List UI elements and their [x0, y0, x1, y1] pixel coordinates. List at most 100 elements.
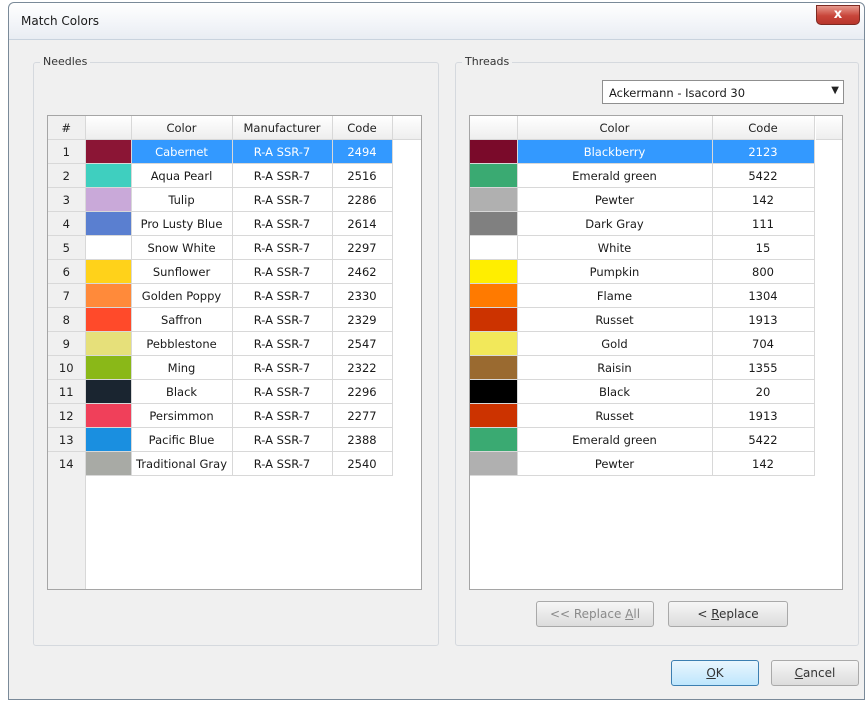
needle-row-number: 1 — [48, 139, 86, 164]
needle-manufacturer: R-A SSR-7 — [232, 163, 333, 188]
needles-group-label: Needles — [40, 55, 91, 68]
needles-grid[interactable]: # Color Manufacturer Code 1 Cabernet R-A S… — [47, 115, 422, 590]
needle-manufacturer: R-A SSR-7 — [232, 403, 333, 428]
thread-color-swatch — [470, 187, 518, 212]
replace-all-button[interactable]: << Replace All — [536, 601, 654, 627]
thread-color-name: Black — [517, 379, 713, 404]
thread-row[interactable]: Gold 704 — [470, 331, 815, 356]
threads-col-color[interactable]: Color — [517, 116, 713, 140]
cancel-mnemonic: C — [794, 666, 804, 680]
thread-code: 704 — [712, 331, 815, 356]
needle-color-swatch — [85, 259, 132, 284]
thread-color-name: Flame — [517, 283, 713, 308]
thread-code: 1913 — [712, 403, 815, 428]
needle-row[interactable]: 12 Persimmon R-A SSR-7 2277 — [48, 403, 393, 428]
thread-color-swatch — [470, 163, 518, 188]
close-icon: x — [833, 7, 843, 22]
thread-row[interactable]: Russet 1913 — [470, 307, 815, 332]
needle-color-swatch — [85, 403, 132, 428]
threads-grid[interactable]: Color Code Blackberry 2123 Emerald green 54… — [469, 115, 843, 590]
replace-all-label-prefix: << Replace — [549, 607, 626, 621]
thread-color-name: Pewter — [517, 451, 713, 476]
thread-row[interactable]: Emerald green 5422 — [470, 163, 815, 188]
thread-color-swatch — [470, 283, 518, 308]
thread-row[interactable]: Raisin 1355 — [470, 355, 815, 380]
needle-row[interactable]: 10 Ming R-A SSR-7 2322 — [48, 355, 393, 380]
thread-code: 142 — [712, 187, 815, 212]
needle-color-swatch — [85, 235, 132, 260]
thread-color-swatch — [470, 259, 518, 284]
needle-color-name: Pro Lusty Blue — [131, 211, 233, 236]
needle-color-swatch — [85, 379, 132, 404]
needle-manufacturer: R-A SSR-7 — [232, 235, 333, 260]
needle-row-number: 3 — [48, 187, 86, 212]
thread-code: 1913 — [712, 307, 815, 332]
needles-col-color[interactable]: Color — [131, 116, 233, 140]
needle-color-name: Cabernet — [131, 139, 233, 164]
thread-code: 5422 — [712, 427, 815, 452]
threads-col-swatch[interactable] — [470, 116, 518, 140]
threads-col-code[interactable]: Code — [712, 116, 815, 140]
thread-color-swatch — [470, 139, 518, 164]
thread-row[interactable]: White 15 — [470, 235, 815, 260]
thread-row[interactable]: Pewter 142 — [470, 451, 815, 476]
thread-color-name: Emerald green — [517, 427, 713, 452]
needle-row[interactable]: 2 Aqua Pearl R-A SSR-7 2516 — [48, 163, 393, 188]
threads-group-label: Threads — [462, 55, 513, 68]
thread-color-name: Pewter — [517, 187, 713, 212]
thread-color-swatch — [470, 403, 518, 428]
needle-code: 2329 — [332, 307, 393, 332]
needle-color-name: Black — [131, 379, 233, 404]
needle-color-name: Persimmon — [131, 403, 233, 428]
needle-manufacturer: R-A SSR-7 — [232, 427, 333, 452]
thread-row[interactable]: Pewter 142 — [470, 187, 815, 212]
needle-row[interactable]: 11 Black R-A SSR-7 2296 — [48, 379, 393, 404]
cancel-button[interactable]: Cancel — [771, 660, 859, 686]
needle-row[interactable]: 7 Golden Poppy R-A SSR-7 2330 — [48, 283, 393, 308]
needle-row[interactable]: 5 Snow White R-A SSR-7 2297 — [48, 235, 393, 260]
thread-color-swatch — [470, 427, 518, 452]
thread-row[interactable]: Flame 1304 — [470, 283, 815, 308]
needle-color-name: Ming — [131, 355, 233, 380]
needle-row[interactable]: 6 Sunflower R-A SSR-7 2462 — [48, 259, 393, 284]
thread-color-name: Dark Gray — [517, 211, 713, 236]
needle-row[interactable]: 3 Tulip R-A SSR-7 2286 — [48, 187, 393, 212]
needle-row[interactable]: 4 Pro Lusty Blue R-A SSR-7 2614 — [48, 211, 393, 236]
needles-col-number[interactable]: # — [48, 116, 86, 140]
needle-code: 2297 — [332, 235, 393, 260]
needles-col-code[interactable]: Code — [332, 116, 393, 140]
needle-color-swatch — [85, 331, 132, 356]
thread-row[interactable]: Dark Gray 111 — [470, 211, 815, 236]
thread-color-name: Pumpkin — [517, 259, 713, 284]
needle-manufacturer: R-A SSR-7 — [232, 259, 333, 284]
needles-empty-rownum-strip — [48, 470, 86, 589]
needle-color-swatch — [85, 427, 132, 452]
needles-col-manufacturer[interactable]: Manufacturer — [232, 116, 333, 140]
thread-row[interactable]: Blackberry 2123 — [470, 139, 815, 164]
needle-color-name: Saffron — [131, 307, 233, 332]
thread-row[interactable]: Emerald green 5422 — [470, 427, 815, 452]
thread-row[interactable]: Black 20 — [470, 379, 815, 404]
needle-row[interactable]: 13 Pacific Blue R-A SSR-7 2388 — [48, 427, 393, 452]
ok-button[interactable]: OK — [671, 660, 759, 686]
needles-body: 1 Cabernet R-A SSR-7 2494 2 Aqua Pearl R-A SSR… — [48, 139, 393, 476]
thread-row[interactable]: Russet 1913 — [470, 403, 815, 428]
threads-table: Color Code Blackberry 2123 Emerald green 54… — [470, 116, 815, 476]
needle-row[interactable]: 1 Cabernet R-A SSR-7 2494 — [48, 139, 393, 164]
thread-code: 800 — [712, 259, 815, 284]
replace-all-label-suffix: ll — [633, 607, 641, 621]
needle-row[interactable]: 8 Saffron R-A SSR-7 2329 — [48, 307, 393, 332]
thread-color-swatch — [470, 379, 518, 404]
needle-manufacturer: R-A SSR-7 — [232, 187, 333, 212]
thread-row[interactable]: Pumpkin 800 — [470, 259, 815, 284]
needle-manufacturer: R-A SSR-7 — [232, 331, 333, 356]
needle-row[interactable]: 14 Traditional Gray R-A SSR-7 2540 — [48, 451, 393, 476]
needle-row-number: 5 — [48, 235, 86, 260]
needles-col-swatch[interactable] — [85, 116, 132, 140]
thread-color-name: Russet — [517, 403, 713, 428]
thread-color-swatch — [470, 355, 518, 380]
close-button[interactable]: x — [816, 5, 860, 25]
thread-chart-dropdown[interactable]: Ackermann - Isacord 30 ▼ — [602, 80, 844, 104]
replace-button[interactable]: < Replace — [668, 601, 788, 627]
needle-row[interactable]: 9 Pebblestone R-A SSR-7 2547 — [48, 331, 393, 356]
